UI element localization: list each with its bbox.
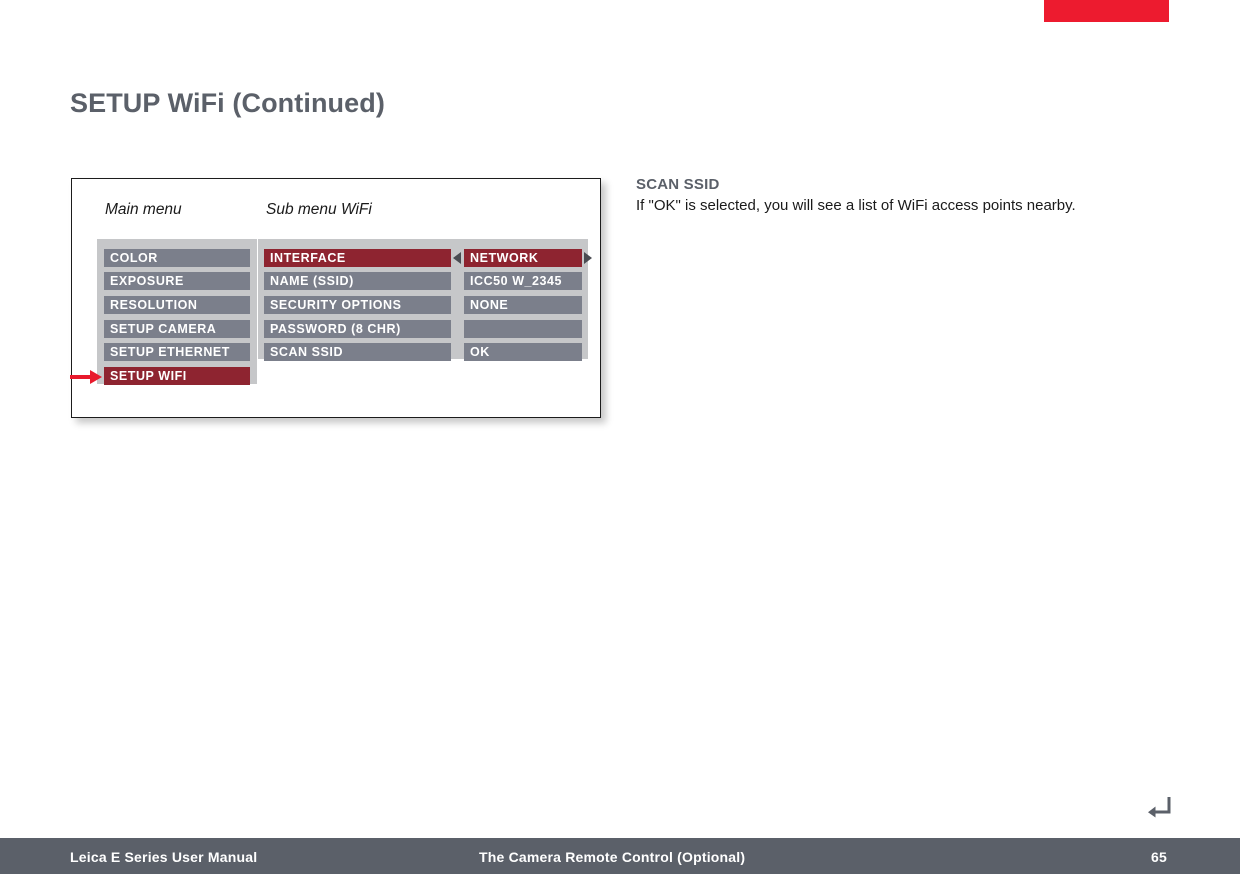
main-menu-item-setup-ethernet[interactable]: SETUP ETHERNET (104, 343, 250, 361)
footer-manual-title: Leica E Series User Manual (70, 849, 258, 865)
triangle-right-icon[interactable] (584, 252, 592, 264)
main-menu-item-resolution[interactable]: RESOLUTION (104, 296, 250, 314)
scan-ssid-note-heading: SCAN SSID (636, 176, 720, 193)
main-menu-item-color[interactable]: COLOR (104, 249, 250, 267)
pointer-head (90, 370, 102, 384)
sub-menu-row-label: SECURITY OPTIONS (270, 297, 402, 312)
main-menu-item-setup-camera[interactable]: SETUP CAMERA (104, 320, 250, 338)
menu-illustration-frame: Main menu Sub menu WiFi COLOR EXPOSURE R… (71, 178, 601, 418)
top-section-marker-bar (1044, 0, 1169, 22)
sub-menu-row-interface[interactable]: INTERFACE (264, 249, 451, 267)
main-menu-item-exposure[interactable]: EXPOSURE (104, 272, 250, 290)
main-menu-item-label: SETUP WIFI (110, 368, 187, 383)
sub-menu-row-label: PASSWORD (8 CHR) (270, 321, 401, 336)
red-pointer-arrow-icon (70, 370, 106, 384)
footer-chapter-title: The Camera Remote Control (Optional) (479, 849, 746, 865)
main-menu-item-label: EXPOSURE (110, 273, 184, 288)
return-arrow-icon[interactable] (1146, 795, 1174, 821)
sub-menu-row-label: NAME (SSID) (270, 273, 354, 288)
main-menu-item-label: RESOLUTION (110, 297, 198, 312)
main-menu-item-label: SETUP ETHERNET (110, 344, 230, 359)
sub-menu-value-password[interactable] (464, 320, 582, 338)
sub-menu-value-name-ssid[interactable]: ICC50 W_2345 (464, 272, 582, 290)
sub-menu-value-interface[interactable]: NETWORK (464, 249, 582, 267)
sub-menu-value-label: OK (470, 344, 490, 359)
sub-menu-row-security-options[interactable]: SECURITY OPTIONS (264, 296, 451, 314)
sub-menu-row-label: SCAN SSID (270, 344, 344, 359)
page-title: SETUP WiFi (Continued) (70, 88, 385, 119)
sub-menu-value-label: NETWORK (470, 250, 539, 265)
sub-menu-row-password[interactable]: PASSWORD (8 CHR) (264, 320, 451, 338)
sub-menu-caption: Sub menu WiFi (266, 201, 372, 218)
sub-menu-value-label: ICC50 W_2345 (470, 273, 563, 288)
scan-ssid-note-body: If "OK" is selected, you will see a list… (636, 197, 1076, 214)
sub-menu-value-scan-ssid[interactable]: OK (464, 343, 582, 361)
footer-page-number: 65 (1151, 849, 1167, 865)
sub-menu-value-label: NONE (470, 297, 509, 312)
sub-menu-value-security-options[interactable]: NONE (464, 296, 582, 314)
sub-menu-row-name-ssid[interactable]: NAME (SSID) (264, 272, 451, 290)
sub-menu-row-label: INTERFACE (270, 250, 346, 265)
pointer-shaft (70, 375, 92, 379)
main-menu-item-setup-wifi[interactable]: SETUP WIFI (104, 367, 250, 385)
sub-menu-row-scan-ssid[interactable]: SCAN SSID (264, 343, 451, 361)
scan-ssid-note: SCAN SSID If "OK" is selected, you will … (636, 176, 1176, 216)
main-menu-item-label: COLOR (110, 250, 158, 265)
triangle-left-icon[interactable] (453, 252, 461, 264)
main-menu-caption: Main menu (105, 201, 182, 218)
main-menu-item-label: SETUP CAMERA (110, 321, 217, 336)
